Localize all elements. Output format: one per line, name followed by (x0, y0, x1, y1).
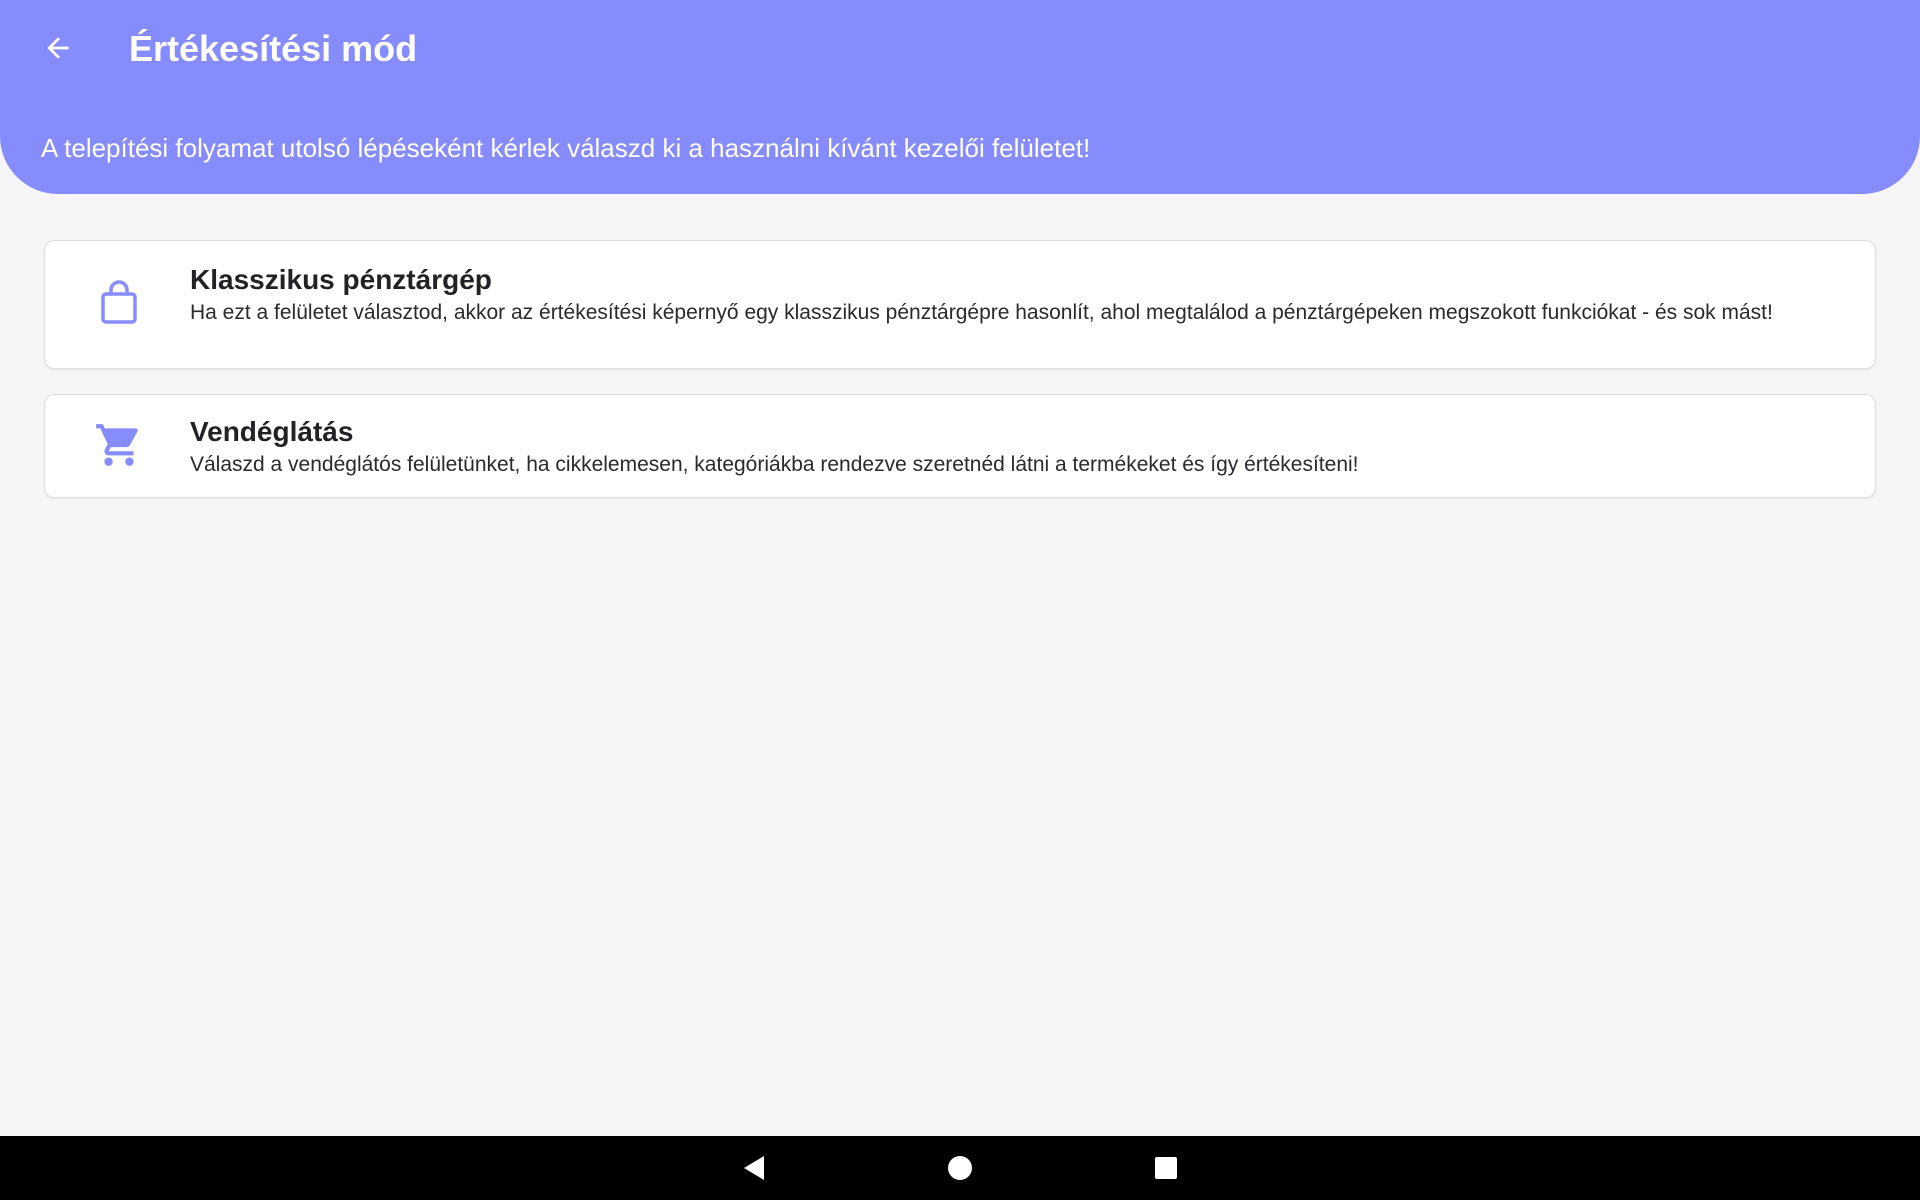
shopping-cart-icon (93, 419, 145, 471)
option-description: Válaszd a vendéglátós felületünket, ha c… (190, 452, 1359, 476)
option-hospitality-text: Vendéglátás Válaszd a vendéglátós felüle… (190, 415, 1775, 477)
option-classic-register[interactable]: Klasszikus pénztárgép Ha ezt a felületet… (44, 240, 1876, 369)
option-description: Ha ezt a felületet választod, akkor az é… (190, 300, 1773, 324)
option-title: Klasszikus pénztárgép (190, 264, 492, 295)
arrow-left-icon (47, 37, 69, 59)
option-classic-text: Klasszikus pénztárgép Ha ezt a felületet… (190, 263, 1775, 325)
nav-home-circle-icon (948, 1156, 972, 1180)
page-title: Értékesítési mód (129, 28, 418, 69)
option-hospitality[interactable]: Vendéglátás Válaszd a vendéglátós felüle… (44, 394, 1876, 498)
option-title: Vendéglátás (190, 416, 354, 447)
back-button[interactable] (34, 24, 82, 72)
nav-recents-square-icon (1155, 1157, 1177, 1179)
system-navigation-bar (0, 1136, 1920, 1200)
page-subtitle: A telepítési folyamat utolsó lépéseként … (41, 133, 1091, 163)
app-header: Értékesítési mód A telepítési folyamat u… (0, 0, 1920, 194)
app-screen: Értékesítési mód A telepítési folyamat u… (0, 0, 1920, 1200)
shopping-bag-icon (93, 277, 145, 329)
nav-back-button[interactable] (732, 1146, 776, 1190)
nav-back-triangle-icon (744, 1156, 764, 1180)
nav-home-button[interactable] (938, 1146, 982, 1190)
nav-recents-button[interactable] (1144, 1146, 1188, 1190)
mode-options-list: Klasszikus pénztárgép Ha ezt a felületet… (44, 240, 1876, 523)
